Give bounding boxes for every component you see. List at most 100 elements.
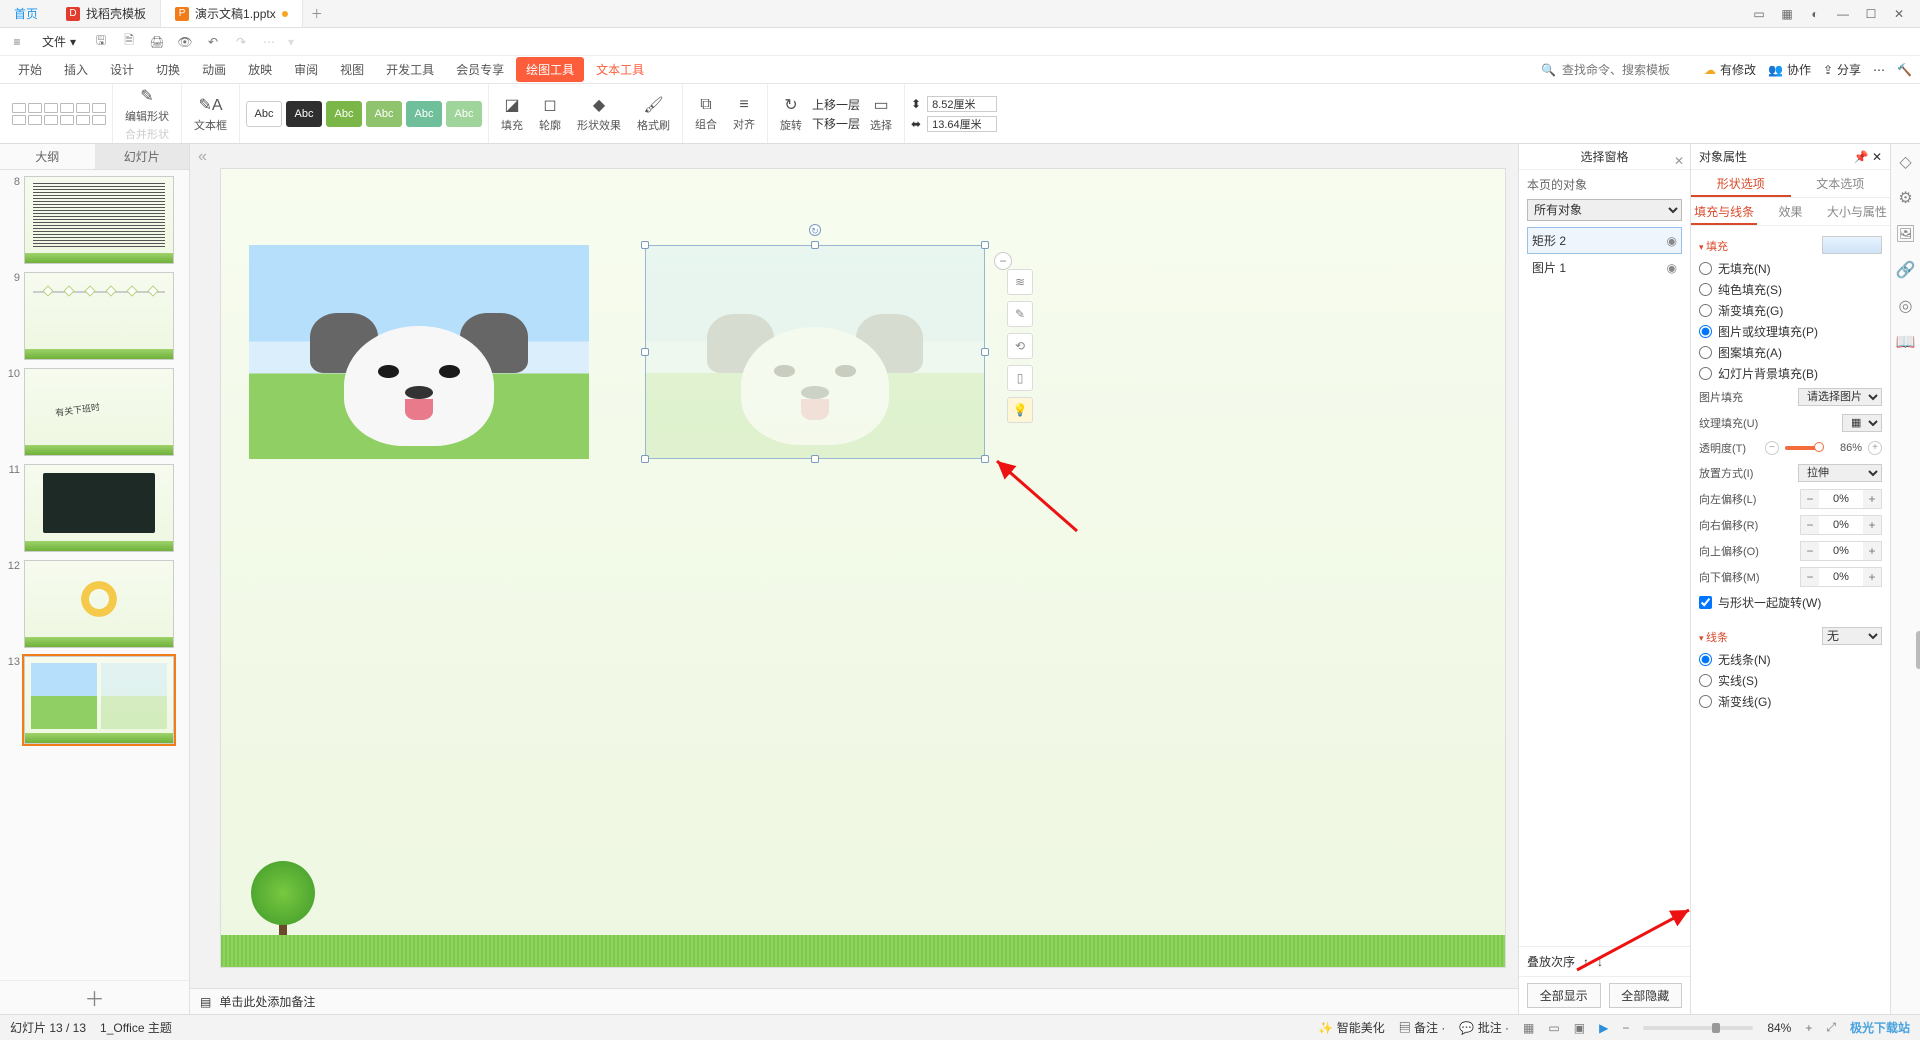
slide-thumb-13[interactable] <box>24 656 174 744</box>
layout-icon[interactable]: ▭ <box>1746 7 1772 21</box>
menu-view[interactable]: 视图 <box>330 57 374 82</box>
fill-solid-radio[interactable]: 纯色填充(S) <box>1699 279 1882 300</box>
ctx-crop-button[interactable]: ▯ <box>1007 365 1033 391</box>
thumbnail-list[interactable]: 8 9 10 有关下班时 11 12 13 <box>0 170 189 980</box>
user-icon[interactable]: ◐ <box>1802 7 1828 21</box>
outline-button[interactable]: ◻轮廓 <box>533 95 567 133</box>
fill-none-radio[interactable]: 无填充(N) <box>1699 258 1882 279</box>
line-section[interactable]: 线条 <box>1699 629 1728 645</box>
rotate-handle[interactable] <box>809 224 821 236</box>
close-pane-icon[interactable]: ✕ <box>1674 148 1684 174</box>
comments-toggle[interactable]: 💬 批注 · <box>1459 1019 1509 1036</box>
fill-section[interactable]: 填充 <box>1699 238 1728 254</box>
move-down-icon[interactable]: ↓ <box>1597 955 1603 969</box>
style-abc-4[interactable]: Abc <box>366 101 402 127</box>
style-abc-6[interactable]: Abc <box>446 101 482 127</box>
width-input[interactable] <box>927 116 997 132</box>
offset-right-inc[interactable]: + <box>1863 516 1881 534</box>
more-icon[interactable]: ⋯ <box>1873 63 1885 77</box>
menu-transition[interactable]: 切换 <box>146 57 190 82</box>
shape-gallery[interactable] <box>12 103 106 125</box>
slides-tab[interactable]: 幻灯片 <box>95 144 190 169</box>
picture-fill-select[interactable]: 请选择图片 <box>1798 388 1882 406</box>
edit-shape-button[interactable]: ✎编辑形状 <box>119 86 175 124</box>
line-style-select[interactable]: 无 <box>1822 627 1882 645</box>
slide-thumb-8[interactable] <box>24 176 174 264</box>
textbox-button[interactable]: ✎A文本框 <box>188 95 233 133</box>
resize-handle[interactable] <box>981 348 989 356</box>
strip-picture-icon[interactable]: 🖼 <box>1895 224 1915 244</box>
align-button[interactable]: ≡对齐 <box>727 96 761 132</box>
transparency-dec[interactable]: − <box>1765 441 1779 455</box>
fill-slidebg-radio[interactable]: 幻灯片背景填充(B) <box>1699 363 1882 384</box>
line-none-radio[interactable]: 无线条(N) <box>1699 649 1882 670</box>
offset-left-dec[interactable]: − <box>1801 490 1819 508</box>
pin-icon[interactable]: 📌 <box>1854 150 1869 164</box>
fill-picture-radio[interactable]: 图片或纹理填充(P) <box>1699 321 1882 342</box>
slide-thumb-9[interactable] <box>24 272 174 360</box>
rotate-button[interactable]: ↻旋转 <box>774 95 808 133</box>
outline-tab[interactable]: 大纲 <box>0 144 95 169</box>
view-normal-icon[interactable]: ▦ <box>1523 1021 1534 1035</box>
offset-bottom-dec[interactable]: − <box>1801 568 1819 586</box>
selected-rectangle[interactable]: − <box>645 245 985 459</box>
strip-diamond-icon[interactable]: ◇ <box>1899 152 1911 172</box>
offset-left-inc[interactable]: + <box>1863 490 1881 508</box>
view-sorter-icon[interactable]: ▭ <box>1548 1021 1559 1035</box>
menu-start[interactable]: 开始 <box>8 57 52 82</box>
collapse-thumb-icon[interactable]: « <box>198 148 207 166</box>
offset-top-dec[interactable]: − <box>1801 542 1819 560</box>
offset-right-dec[interactable]: − <box>1801 516 1819 534</box>
redo-icon[interactable]: ↷ <box>232 35 250 49</box>
minimize-button[interactable]: — <box>1830 7 1856 21</box>
texture-fill-select[interactable]: ▦ <box>1842 414 1882 432</box>
selection-pane-button[interactable]: ▭选择 <box>864 95 898 133</box>
bring-forward-button[interactable]: 上移一层 <box>812 96 860 113</box>
visibility-icon[interactable]: ◉ <box>1667 261 1677 275</box>
visibility-icon[interactable]: ◉ <box>1667 234 1677 248</box>
resize-handle[interactable] <box>641 348 649 356</box>
send-backward-button[interactable]: 下移一层 <box>812 115 860 132</box>
style-gallery[interactable]: Abc Abc Abc Abc Abc Abc <box>246 101 482 127</box>
more-qa-icon[interactable]: ⋯ <box>260 35 278 49</box>
fill-gradient-radio[interactable]: 渐变填充(G) <box>1699 300 1882 321</box>
fill-button[interactable]: ◪填充 <box>495 95 529 133</box>
menu-draw-tools[interactable]: 绘图工具 <box>516 57 584 82</box>
menu-animation[interactable]: 动画 <box>192 57 236 82</box>
group-button[interactable]: ⧉组合 <box>689 96 723 132</box>
collapse-handle[interactable]: − <box>994 252 1012 270</box>
slide-thumb-12[interactable] <box>24 560 174 648</box>
play-icon[interactable]: ▶ <box>1599 1021 1608 1035</box>
transparency-slider[interactable] <box>1785 446 1824 450</box>
menu-insert[interactable]: 插入 <box>54 57 98 82</box>
fit-icon[interactable]: ⤢ <box>1826 1020 1836 1035</box>
menu-design[interactable]: 设计 <box>100 57 144 82</box>
style-abc-1[interactable]: Abc <box>246 101 282 127</box>
preview-icon[interactable]: 👁 <box>176 35 194 49</box>
notes-toggle[interactable]: ▤ 备注 · <box>1399 1019 1446 1036</box>
style-abc-3[interactable]: Abc <box>326 101 362 127</box>
zoom-in-icon[interactable]: + <box>1805 1021 1812 1035</box>
fill-line-subtab[interactable]: 填充与线条 <box>1691 198 1757 225</box>
grid-icon[interactable]: ▦ <box>1774 7 1800 21</box>
offset-bottom-inc[interactable]: + <box>1863 568 1881 586</box>
shape-options-tab[interactable]: 形状选项 <box>1691 170 1791 197</box>
hide-all-button[interactable]: 全部隐藏 <box>1609 983 1683 1008</box>
show-all-button[interactable]: 全部显示 <box>1527 983 1601 1008</box>
maximize-button[interactable]: ☐ <box>1858 7 1884 21</box>
file-menu[interactable]: 文件▾ <box>36 33 82 50</box>
save-icon[interactable]: 🖫 <box>92 31 110 52</box>
style-abc-5[interactable]: Abc <box>406 101 442 127</box>
side-pill[interactable] <box>1916 631 1920 669</box>
close-button[interactable]: ✕ <box>1886 7 1912 21</box>
template-tab[interactable]: D找稻壳模板 <box>52 0 161 27</box>
command-search[interactable]: 🔍 <box>1541 63 1702 77</box>
menu-text-tools[interactable]: 文本工具 <box>586 57 654 82</box>
collaborate-button[interactable]: 👥协作 <box>1768 61 1811 78</box>
ctx-idea-button[interactable]: 💡 <box>1007 397 1033 423</box>
add-tab[interactable]: ＋ <box>303 5 331 22</box>
search-input[interactable] <box>1562 63 1702 77</box>
style-abc-2[interactable]: Abc <box>286 101 322 127</box>
strip-location-icon[interactable]: ◎ <box>1899 296 1913 316</box>
format-painter-button[interactable]: 🖌格式刷 <box>631 95 676 133</box>
